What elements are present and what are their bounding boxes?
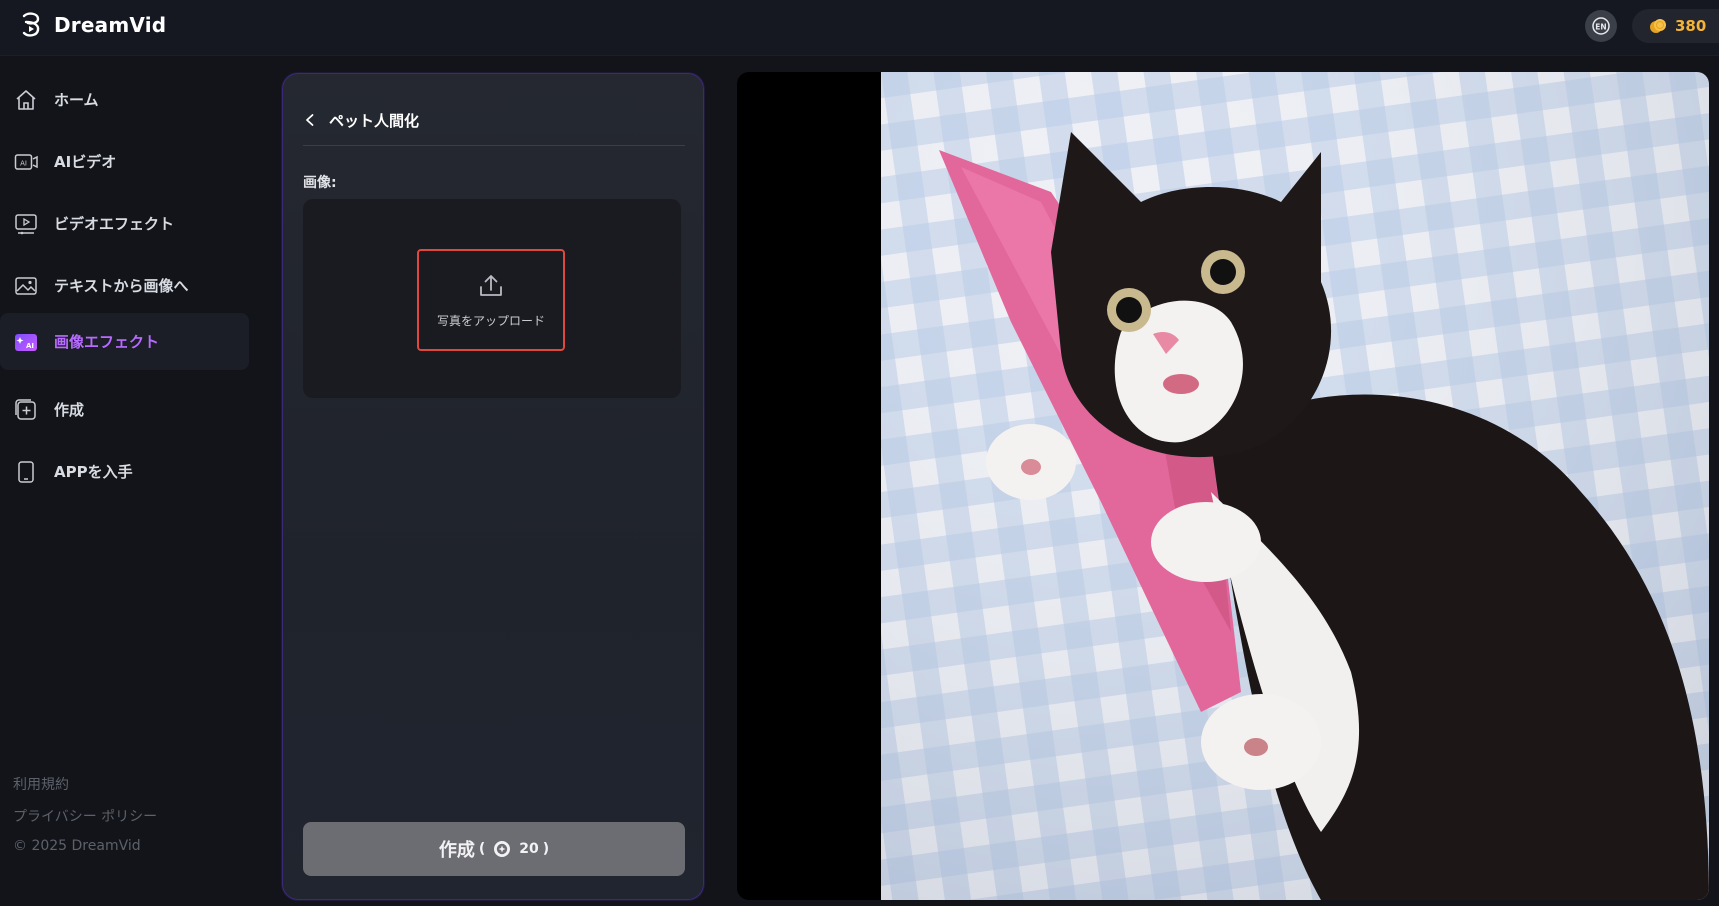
sidebar-item-get-app[interactable]: APPを入手 xyxy=(0,443,249,500)
create-paren-close: ) xyxy=(542,841,550,857)
ai-video-icon: AI xyxy=(14,153,38,170)
svg-text:AI: AI xyxy=(20,159,27,167)
credits-badge[interactable]: 380 xyxy=(1632,9,1719,43)
create-button[interactable]: 作成 ( 20 ) xyxy=(303,822,685,876)
video-effect-icon xyxy=(15,213,37,234)
chevron-left-icon xyxy=(306,114,314,126)
globe-icon: EN xyxy=(1592,17,1610,35)
panel-title: ペット人間化 xyxy=(329,111,420,130)
create-icon xyxy=(15,398,36,420)
copyright-text: © 2025 DreamVid xyxy=(13,838,141,854)
example-pet-image xyxy=(881,72,1709,900)
create-paren-open: ( xyxy=(478,841,486,857)
create-button-label: 作成 xyxy=(438,840,475,861)
back-button[interactable]: ペット人間化 xyxy=(303,98,685,142)
sidebar-item-create[interactable]: 作成 xyxy=(0,381,249,438)
top-bar: DreamVid EN 380 xyxy=(0,0,1719,56)
brand[interactable]: DreamVid xyxy=(18,10,166,40)
upload-icon xyxy=(480,274,502,296)
sidebar-item-image-effects[interactable]: AI 画像エフェクト xyxy=(0,313,249,370)
credits-value: 380 xyxy=(1675,17,1707,35)
brand-name: DreamVid xyxy=(54,13,167,37)
language-badge: EN xyxy=(1595,23,1606,32)
sidebar-item-video-effects[interactable]: ビデオエフェクト xyxy=(0,195,249,252)
sidebar-item-text-to-image[interactable]: テキストから画像へ xyxy=(0,257,249,314)
divider xyxy=(303,145,685,146)
sidebar-item-label: テキストから画像へ xyxy=(54,277,189,295)
image-effect-icon: AI xyxy=(15,333,37,351)
privacy-link[interactable]: プライバシー ポリシー xyxy=(13,806,157,826)
sidebar-item-label: 画像エフェクト xyxy=(54,333,160,351)
phone-icon xyxy=(18,460,34,483)
credit-coin-icon xyxy=(494,841,511,857)
language-button[interactable]: EN xyxy=(1585,10,1617,42)
preview-area xyxy=(737,72,1709,900)
svg-text:AI: AI xyxy=(26,342,34,350)
home-icon xyxy=(16,89,36,110)
terms-link[interactable]: 利用規約 xyxy=(13,774,69,794)
create-cost: 20 xyxy=(519,841,539,857)
upload-label: 写真をアップロード xyxy=(436,313,545,328)
sidebar-item-home[interactable]: ホーム xyxy=(0,71,249,128)
sidebar-item-label: ホーム xyxy=(54,91,99,109)
sidebar-item-label: APPを入手 xyxy=(54,463,133,481)
sidebar-item-label: 作成 xyxy=(54,401,85,419)
sidebar-item-label: AIビデオ xyxy=(54,153,117,171)
sidebar-item-ai-video[interactable]: AI AIビデオ xyxy=(0,133,249,190)
sidebar: ホーム AI AIビデオ ビデオエフェクト テキストから画像へ AI 画像エフェ… xyxy=(0,56,262,906)
image-field-label: 画像: xyxy=(303,175,337,191)
sidebar-item-label: ビデオエフェクト xyxy=(54,215,175,233)
upload-dropzone[interactable]: 写真をアップロード xyxy=(303,199,681,398)
dreamvid-logo-icon xyxy=(22,12,40,37)
upload-photo-button[interactable]: 写真をアップロード xyxy=(417,249,565,351)
effect-panel: ペット人間化 画像: 写真をアップロード 作成 ( 20 ) xyxy=(282,73,704,900)
coin-icon xyxy=(1650,19,1666,33)
text-to-image-icon xyxy=(15,276,37,295)
